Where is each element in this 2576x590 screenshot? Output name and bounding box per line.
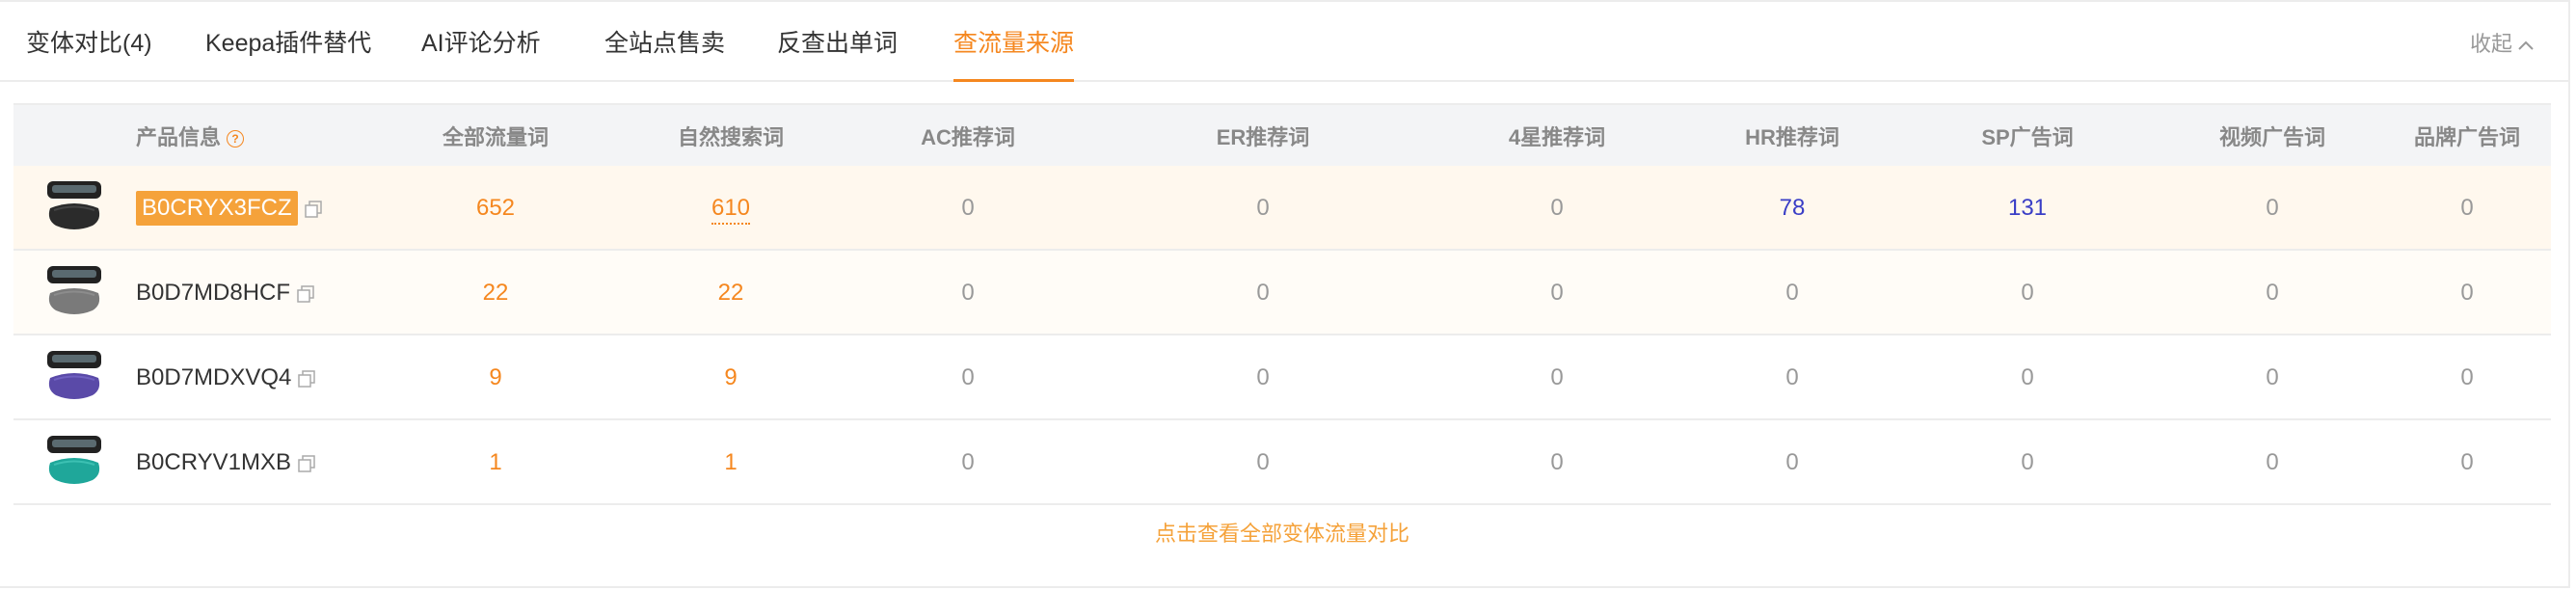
hr-recommend-value[interactable]: 78: [1705, 166, 1879, 251]
er-recommend-value: 0: [1256, 195, 1270, 221]
header-er-recommend[interactable]: ER推荐词: [1176, 105, 1350, 170]
sp-ads-value[interactable]: 131: [1941, 166, 2114, 251]
table-row: B0CRYX3FCZ 652 610 0 0 0 78 131 0 0: [13, 166, 2551, 251]
tab-reverse-order-keywords[interactable]: 反查出单词: [777, 2, 898, 82]
header-brand-ads[interactable]: 品牌广告词: [2380, 105, 2554, 170]
copy-icon[interactable]: [296, 284, 315, 304]
tab-bar: 变体对比(4) Keepa插件替代 AI评论分析 全站点售卖 反查出单词 查流量…: [0, 0, 2570, 82]
table-header: 产品信息? 全部流量词 自然搜索词 AC推荐词 ER推荐词 4星推荐词 HR推荐…: [13, 103, 2551, 166]
tab-sitewide-sales[interactable]: 全站点售卖: [604, 2, 725, 82]
header-all-traffic[interactable]: 全部流量词: [409, 105, 582, 170]
ac-recommend-value: 0: [961, 280, 975, 306]
hr-recommend-value: 0: [1785, 449, 1799, 475]
ac-recommend-value: 0: [961, 364, 975, 390]
organic-search-value[interactable]: 22: [644, 251, 818, 335]
er-recommend-value: 0: [1256, 280, 1270, 306]
copy-icon[interactable]: [304, 200, 323, 219]
ac-recommend-value: 0: [961, 449, 975, 475]
4star-recommend-value: 0: [1550, 364, 1564, 390]
4star-recommend-value: 0: [1550, 449, 1564, 475]
organic-search-value[interactable]: 9: [644, 335, 818, 420]
hr-recommend-value: 0: [1785, 364, 1799, 390]
er-recommend-value: 0: [1256, 449, 1270, 475]
asin-text[interactable]: B0D7MDXVQ4: [136, 364, 291, 390]
sp-ads-value: 0: [2021, 364, 2034, 390]
all-traffic-value[interactable]: 9: [409, 335, 582, 420]
er-recommend-value: 0: [1256, 364, 1270, 390]
header-video-ads[interactable]: 视频广告词: [2186, 105, 2359, 170]
sp-ads-value: 0: [2021, 449, 2034, 475]
asin-text[interactable]: B0CRYV1MXB: [136, 449, 291, 475]
table-row: B0CRYV1MXB 1 1 0 0 0 0 0 0 0: [13, 420, 2551, 505]
hr-recommend-value: 0: [1785, 280, 1799, 306]
asin-cell: B0D7MDXVQ4: [136, 335, 316, 420]
ac-recommend-value: 0: [961, 195, 975, 221]
video-ads-value: 0: [2266, 195, 2279, 221]
video-ads-value: 0: [2266, 364, 2279, 390]
asin-text[interactable]: B0CRYX3FCZ: [136, 191, 298, 226]
table-row: B0D7MD8HCF 22 22 0 0 0 0 0 0 0: [13, 251, 2551, 335]
view-all-variants-link[interactable]: 点击查看全部变体流量对比: [13, 517, 2551, 548]
product-thumbnail[interactable]: [44, 347, 104, 407]
sp-ads-value: 0: [2021, 280, 2034, 306]
brand-ads-value: 0: [2460, 449, 2474, 475]
help-icon[interactable]: ?: [227, 130, 245, 148]
header-organic-search[interactable]: 自然搜索词: [644, 105, 818, 170]
traffic-source-panel: 变体对比(4) Keepa插件替代 AI评论分析 全站点售卖 反查出单词 查流量…: [0, 0, 2570, 588]
brand-ads-value: 0: [2460, 280, 2474, 306]
collapse-label: 收起: [2469, 32, 2512, 56]
4star-recommend-value: 0: [1550, 280, 1564, 306]
header-ac-recommend[interactable]: AC推荐词: [881, 105, 1055, 170]
traffic-table: 产品信息? 全部流量词 自然搜索词 AC推荐词 ER推荐词 4星推荐词 HR推荐…: [13, 103, 2551, 505]
brand-ads-value: 0: [2460, 364, 2474, 390]
table-row: B0D7MDXVQ4 9 9 0 0 0 0 0 0 0: [13, 335, 2551, 420]
4star-recommend-value: 0: [1550, 195, 1564, 221]
product-thumbnail[interactable]: [44, 177, 104, 237]
organic-search-value[interactable]: 610: [644, 166, 818, 251]
brand-ads-value: 0: [2460, 195, 2474, 221]
all-traffic-value[interactable]: 652: [409, 166, 582, 251]
asin-text[interactable]: B0D7MD8HCF: [136, 280, 290, 306]
tab-variant-compare[interactable]: 变体对比(4): [26, 2, 152, 82]
copy-icon[interactable]: [297, 369, 316, 389]
tab-traffic-source[interactable]: 查流量来源: [953, 2, 1075, 82]
asin-cell: B0D7MD8HCF: [136, 251, 315, 335]
asin-cell: B0CRYV1MXB: [136, 420, 316, 505]
product-thumbnail[interactable]: [44, 432, 104, 492]
video-ads-value: 0: [2266, 280, 2279, 306]
all-traffic-value[interactable]: 1: [409, 420, 582, 505]
tab-ai-review-analysis[interactable]: AI评论分析: [421, 2, 541, 82]
header-sp-ads[interactable]: SP广告词: [1941, 105, 2114, 170]
product-thumbnail[interactable]: [44, 262, 104, 322]
collapse-button[interactable]: 收起: [2470, 2, 2536, 82]
copy-icon[interactable]: [297, 454, 316, 473]
video-ads-value: 0: [2266, 449, 2279, 475]
chevron-up-icon: [2518, 40, 2534, 50]
header-product-info: 产品信息?: [136, 105, 245, 170]
asin-cell: B0CRYX3FCZ: [136, 166, 323, 251]
header-4star-recommend[interactable]: 4星推荐词: [1470, 105, 1644, 170]
header-hr-recommend[interactable]: HR推荐词: [1705, 105, 1879, 170]
organic-search-value[interactable]: 1: [644, 420, 818, 505]
all-traffic-value[interactable]: 22: [409, 251, 582, 335]
tab-keepa-alternative[interactable]: Keepa插件替代: [205, 2, 371, 82]
